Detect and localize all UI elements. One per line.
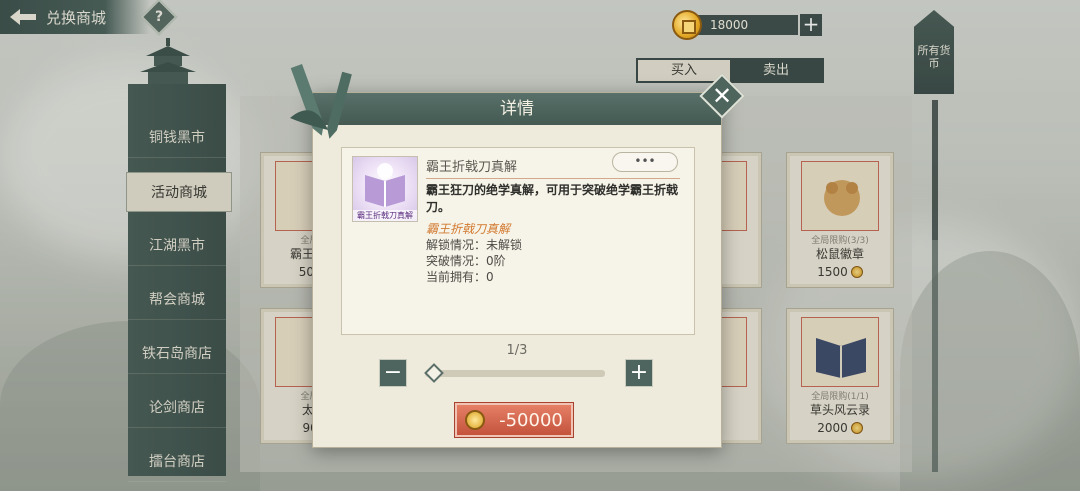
skill-book-icon: 霸王折戟刀真解 [352, 156, 418, 222]
unlock-status: 解锁情况：未解锁 [426, 238, 523, 252]
breakthrough-status: 突破情况：0阶 [426, 254, 506, 268]
copper-coin-icon [672, 10, 702, 40]
decrease-quantity-button[interactable]: − [379, 359, 407, 387]
item-description: 霸王狂刀的绝学真解，可用于突破绝学霸王折戟刀。 [426, 183, 679, 214]
quantity-slider[interactable] [425, 370, 605, 377]
item-source-link[interactable]: 霸王折戟刀真解 [426, 220, 510, 237]
purchase-price: -50000 [499, 409, 563, 431]
close-icon: ✕ [711, 82, 733, 110]
modal-title: 详情 [313, 93, 721, 125]
quantity-slider-handle[interactable] [424, 363, 444, 383]
divider [426, 178, 680, 179]
owned-count: 当前拥有：0 [426, 270, 494, 284]
sword-decoration-icon [290, 63, 352, 139]
more-options-button[interactable]: ••• [612, 152, 678, 172]
item-info-box: 霸王折戟刀真解 霸王折戟刀真解 ••• 霸王狂刀的绝学真解，可用于突破绝学霸王折… [341, 147, 695, 335]
copper-coin-icon [465, 410, 486, 430]
item-icon-caption: 霸王折戟刀真解 [353, 210, 417, 221]
purchase-button[interactable]: -50000 [455, 403, 573, 437]
item-name: 霸王折戟刀真解 [426, 160, 518, 175]
increase-quantity-button[interactable]: + [625, 359, 653, 387]
page-indicator: 1/3 [506, 343, 528, 358]
